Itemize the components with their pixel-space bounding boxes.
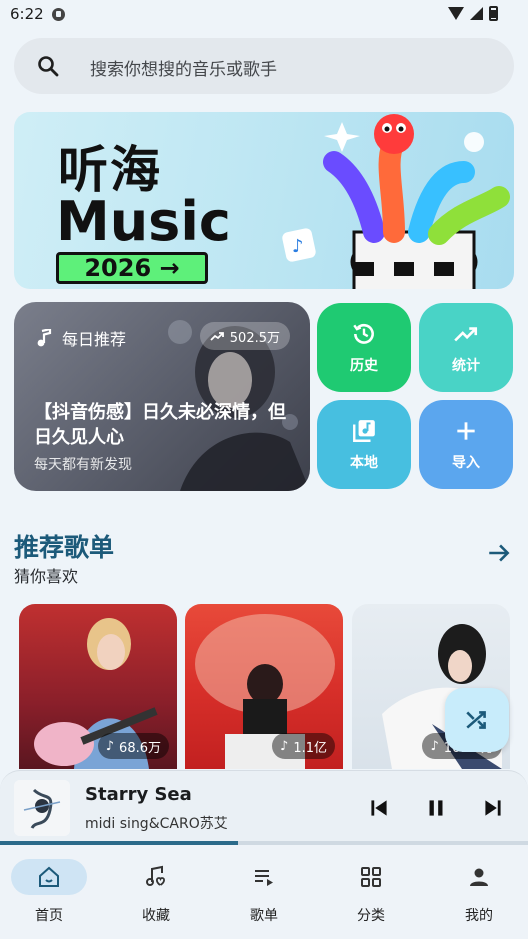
playlist-card[interactable]: ♪ 1.1亿	[185, 604, 343, 769]
nav-playlists[interactable]: 歌单	[226, 859, 302, 925]
daily-title: 【抖音伤感】日久未必深情，但日久见人心	[34, 402, 286, 448]
nav-playlists-label: 歌单	[250, 908, 278, 924]
daily-label: 每日推荐	[62, 330, 127, 349]
nav-categories-label: 分类	[357, 908, 385, 924]
import-button[interactable]: 导入	[419, 400, 513, 489]
plus-icon	[457, 421, 475, 440]
music-note-icon: ♪	[430, 738, 439, 754]
promo-banner[interactable]: ♪ 听海 Music 2026 →	[14, 112, 514, 289]
daily-count-text: 502.5万	[229, 330, 280, 346]
notification-icon	[52, 8, 65, 21]
playlist-count: ♪ 1.1亿	[272, 733, 335, 759]
person-icon	[470, 868, 488, 886]
album-art	[14, 780, 70, 836]
daily-header: 每日推荐	[36, 326, 126, 350]
trending-up-icon	[454, 326, 478, 341]
search-placeholder: 搜索你想搜的音乐或歌手	[90, 60, 277, 80]
search-bar[interactable]: 搜索你想搜的音乐或歌手	[14, 38, 514, 94]
local-button[interactable]: 本地	[317, 400, 411, 489]
grid-icon	[361, 867, 381, 887]
pause-icon[interactable]	[423, 795, 449, 821]
player-artist: midi sing&CARO苏艾	[85, 816, 228, 832]
status-time: 6:22	[10, 5, 44, 23]
arrow-right-icon[interactable]	[486, 540, 512, 566]
import-label: 导入	[452, 454, 480, 471]
section-subtitle: 猜你喜欢	[14, 567, 79, 586]
nav-favorites-label: 收藏	[142, 908, 170, 924]
nav-home-label: 首页	[35, 908, 63, 924]
nav-profile[interactable]: 我的	[441, 859, 517, 925]
status-bar: 6:22	[0, 0, 528, 30]
nav-home[interactable]: 首页	[11, 859, 87, 925]
shuffle-icon	[466, 711, 486, 729]
player-cover[interactable]	[14, 780, 70, 836]
nav-favorites[interactable]: 收藏	[118, 859, 194, 925]
banner-subtitle: Music	[56, 190, 231, 253]
next-icon[interactable]	[480, 795, 506, 821]
music-note-icon	[37, 329, 52, 347]
section-title: 推荐歌单	[14, 533, 115, 562]
banner-artwork: ♪	[282, 114, 510, 289]
playlist-count: ♪ 68.6万	[97, 733, 169, 759]
playlist-card[interactable]: ♪ 68.6万	[19, 604, 177, 769]
playlist-count-text: 68.6万	[119, 740, 161, 756]
nav-profile-label: 我的	[465, 908, 493, 924]
wifi-icon	[448, 7, 464, 20]
player-song-title: Starry Sea	[85, 784, 192, 805]
history-label: 历史	[350, 357, 378, 374]
daily-subtitle: 每天都有新发现	[34, 457, 132, 473]
music-note-icon: ♪	[280, 738, 289, 754]
music-heart-icon	[146, 865, 165, 886]
local-label: 本地	[350, 454, 378, 471]
music-note-icon: ♪	[105, 738, 115, 754]
banner-year: 2026 →	[56, 252, 208, 284]
mini-player[interactable]: Starry Sea midi sing&CARO苏艾	[0, 770, 528, 846]
nav-categories[interactable]: 分类	[333, 859, 409, 925]
nav-home-indicator	[11, 859, 87, 895]
history-button[interactable]: 历史	[317, 303, 411, 392]
status-icons	[448, 6, 498, 21]
playlist-icon	[255, 870, 273, 886]
cellular-icon	[470, 7, 483, 20]
stats-label: 统计	[452, 357, 480, 374]
history-icon	[353, 323, 374, 344]
shuffle-button[interactable]	[445, 688, 509, 752]
trending-icon	[210, 332, 224, 341]
stats-button[interactable]: 统计	[419, 303, 513, 392]
svg-text:♪: ♪	[292, 236, 304, 257]
daily-recommendation-card[interactable]: 每日推荐 502.5万 【抖音伤感】日久未必深情，但日久见人心 每天都有新发现	[14, 302, 310, 491]
daily-play-count: 502.5万	[199, 322, 290, 350]
search-icon	[38, 56, 59, 77]
playlist-count-text: 1.1亿	[293, 740, 327, 756]
previous-icon[interactable]	[366, 795, 392, 821]
bottom-navigation: 首页 收藏 歌单 分类 我的	[0, 845, 528, 939]
battery-icon	[489, 6, 498, 21]
library-music-icon	[353, 419, 375, 442]
home-icon	[39, 866, 59, 887]
